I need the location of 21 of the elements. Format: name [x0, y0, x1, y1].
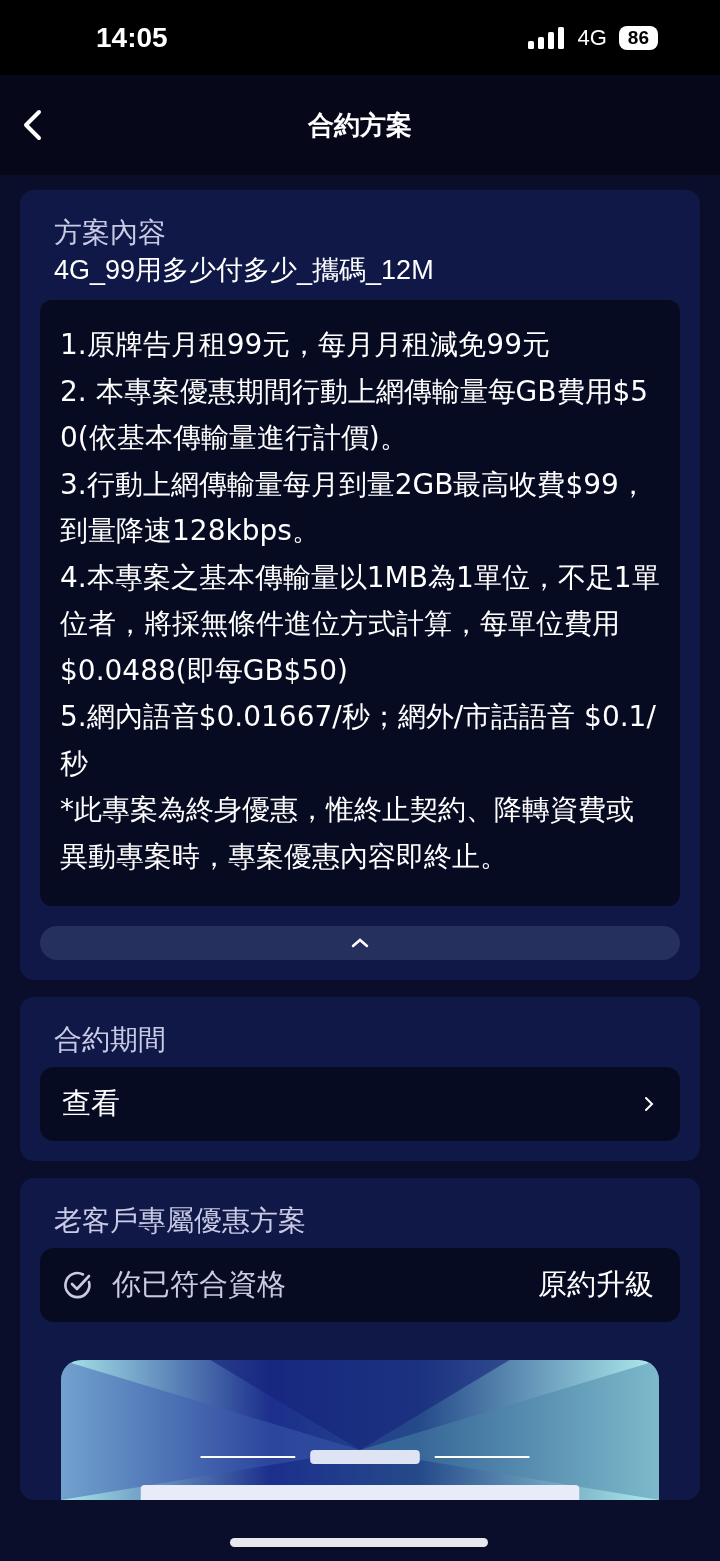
- back-icon[interactable]: [22, 109, 42, 141]
- section-heading: 方案內容: [53, 215, 167, 251]
- status-time: 14:05: [96, 21, 168, 54]
- section-heading: 合約期間: [53, 1022, 167, 1058]
- signal-icon: [527, 26, 566, 49]
- chevron-icon: [644, 1096, 654, 1112]
- plan-detail-line: 4.本專案之基本傳輸量以1MB為1單位，不足1單位者，將採無條件進位方式計算，每單位費用$0.0488(即每GB$50): [60, 559, 660, 689]
- plan-detail-line: 2. 本專案優惠期間行動上網傳輸量每GB費用$50(依基本傳輸量進行計價)。: [60, 373, 650, 456]
- plan-name: 4G_99用多少付多少_攜碼_12M: [53, 254, 435, 287]
- caret-icon: [351, 938, 369, 948]
- plan-detail-line: 1.原牌告月租99元，每月月租減免99元: [60, 327, 551, 363]
- plan-detail-line: 3.行動上網傳輸量每月到量2GB最高收費$99，到量降速128kbps。: [60, 466, 648, 549]
- battery-indicator: 86: [618, 25, 658, 50]
- view-row[interactable]: 查看: [40, 1067, 680, 1141]
- plan-detail-line: 5.網內語音$0.01667/秒；網外/市話語音 $0.1/秒: [60, 699, 657, 782]
- page-title: 合約方案: [308, 108, 412, 142]
- network-label: 4G: [577, 24, 607, 51]
- section-heading: 老客戶專屬優惠方案: [53, 1203, 307, 1239]
- upgrade-link[interactable]: 原約升級: [538, 1265, 654, 1305]
- plan-detail-line: *此專案為終身優惠，惟終止契約、降轉資費或異動專案時，專案優惠內容即終止。: [60, 792, 635, 875]
- eligibility-status: 你已符合資格: [112, 1266, 287, 1303]
